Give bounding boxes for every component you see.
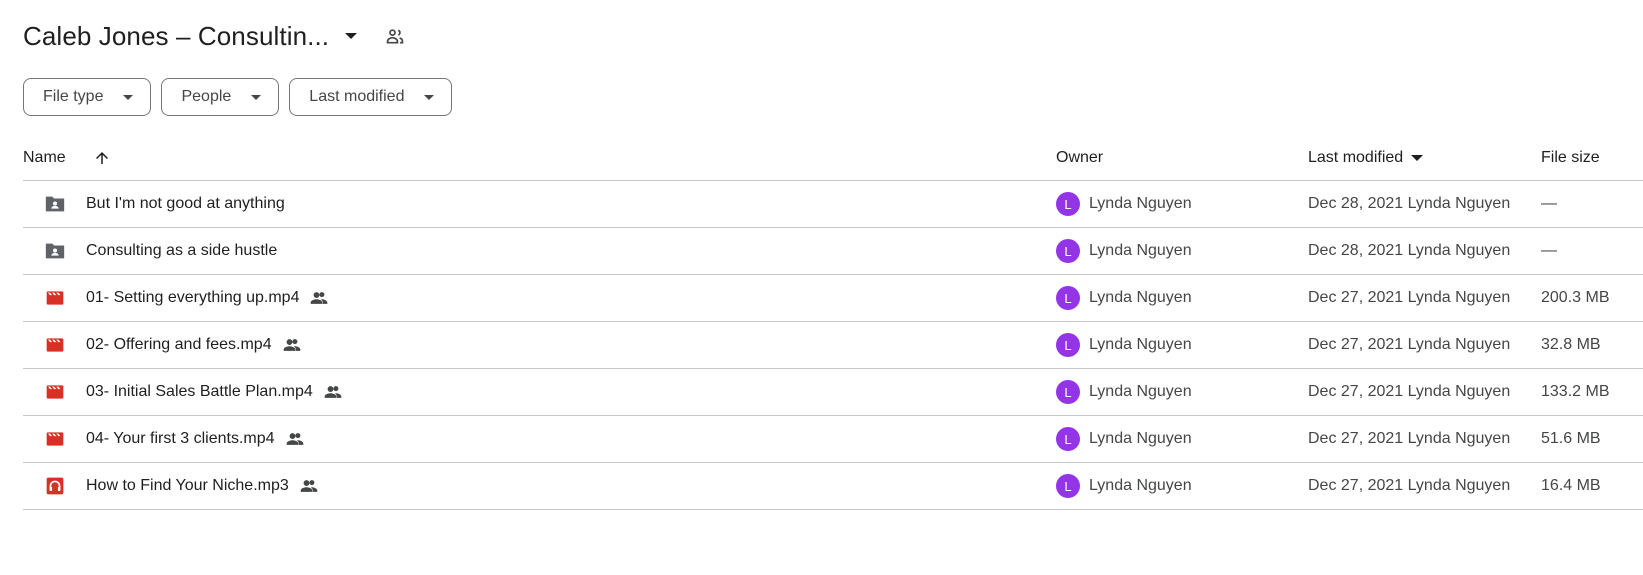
file-name: 04- Your first 3 clients.mp4 [86,430,275,447]
shared-people-icon [309,288,329,308]
shared-folder-icon [44,240,66,262]
table-row[interactable]: How to Find Your Niche.mp3 L Lynda Nguye… [23,463,1643,510]
table-row[interactable]: 02- Offering and fees.mp4 L Lynda Nguyen… [23,322,1643,369]
file-name: But I'm not good at anything [86,195,285,212]
last-modified-value: Dec 27, 2021 Lynda Nguyen [1308,430,1511,447]
shared-people-icon [323,382,343,402]
avatar[interactable]: L [1056,286,1080,310]
owner-name: Lynda Nguyen [1089,242,1192,259]
file-size-value: 133.2 MB [1541,383,1610,400]
video-file-icon [44,381,66,403]
avatar[interactable]: L [1056,474,1080,498]
file-size-value: 200.3 MB [1541,289,1610,306]
table-row[interactable]: But I'm not good at anything L Lynda Ngu… [23,181,1643,228]
last-modified-value: Dec 27, 2021 Lynda Nguyen [1308,383,1511,400]
filter-file-type-chip[interactable]: File type [23,78,152,116]
table-row[interactable]: 04- Your first 3 clients.mp4 L Lynda Ngu… [23,416,1643,463]
owner-name: Lynda Nguyen [1089,195,1192,212]
filter-last-modified-chip[interactable]: Last modified [289,78,453,116]
file-list-table: Name Owner Last modified File size But I… [23,136,1643,510]
file-name: Consulting as a side hustle [86,242,278,259]
video-file-icon [44,428,66,450]
last-modified-value: Dec 27, 2021 Lynda Nguyen [1308,336,1511,353]
arrow-drop-down-icon [251,94,262,100]
owner-name: Lynda Nguyen [1089,430,1192,447]
folder-title[interactable]: Caleb Jones – Consultin... [23,21,329,52]
table-row[interactable]: Consulting as a side hustle L Lynda Nguy… [23,228,1643,275]
owner-name: Lynda Nguyen [1089,477,1192,494]
column-header-last-modified[interactable]: Last modified [1308,149,1403,167]
avatar[interactable]: L [1056,380,1080,404]
shared-folder-icon [44,193,66,215]
shared-people-icon [285,429,305,449]
table-row[interactable]: 03- Initial Sales Battle Plan.mp4 L Lynd… [23,369,1643,416]
owner-name: Lynda Nguyen [1089,383,1192,400]
people-icon[interactable] [383,24,407,48]
file-size-value: 32.8 MB [1541,336,1601,353]
last-modified-value: Dec 27, 2021 Lynda Nguyen [1308,289,1511,306]
column-header-file-size[interactable]: File size [1541,149,1600,167]
file-size-value: 51.6 MB [1541,430,1601,447]
video-file-icon [44,334,66,356]
table-body: But I'm not good at anything L Lynda Ngu… [23,181,1643,510]
file-name: 02- Offering and fees.mp4 [86,336,272,353]
video-file-icon [44,287,66,309]
avatar[interactable]: L [1056,192,1080,216]
page-header: Caleb Jones – Consultin... [23,14,407,58]
file-name: How to Find Your Niche.mp3 [86,477,289,494]
shared-people-icon [299,476,319,496]
column-header-owner[interactable]: Owner [1056,149,1103,167]
file-size-value: — [1541,195,1557,212]
arrow-drop-down-icon [123,94,134,100]
owner-name: Lynda Nguyen [1089,336,1192,353]
arrow-upward-icon[interactable] [92,148,112,168]
shared-people-icon [282,335,302,355]
filter-file-type-label: File type [43,88,104,105]
table-header: Name Owner Last modified File size [23,136,1643,181]
file-name: 01- Setting everything up.mp4 [86,289,300,306]
last-modified-value: Dec 27, 2021 Lynda Nguyen [1308,477,1511,494]
last-modified-value: Dec 28, 2021 Lynda Nguyen [1308,242,1511,259]
table-row[interactable]: 01- Setting everything up.mp4 L Lynda Ng… [23,275,1643,322]
arrow-drop-down-icon [424,94,435,100]
arrow-drop-down-icon[interactable] [345,33,358,39]
avatar[interactable]: L [1056,333,1080,357]
avatar[interactable]: L [1056,239,1080,263]
owner-name: Lynda Nguyen [1089,289,1192,306]
filter-people-label: People [181,88,232,105]
audio-file-icon [44,475,66,497]
filter-people-chip[interactable]: People [161,78,280,116]
file-name: 03- Initial Sales Battle Plan.mp4 [86,383,313,400]
file-size-value: 16.4 MB [1541,477,1601,494]
avatar[interactable]: L [1056,427,1080,451]
column-header-name[interactable]: Name [23,149,66,167]
arrow-drop-down-icon[interactable] [1411,155,1424,161]
last-modified-value: Dec 28, 2021 Lynda Nguyen [1308,195,1511,212]
filter-last-modified-label: Last modified [309,88,405,105]
file-size-value: — [1541,242,1557,259]
filter-bar: File type People Last modified [23,78,453,116]
